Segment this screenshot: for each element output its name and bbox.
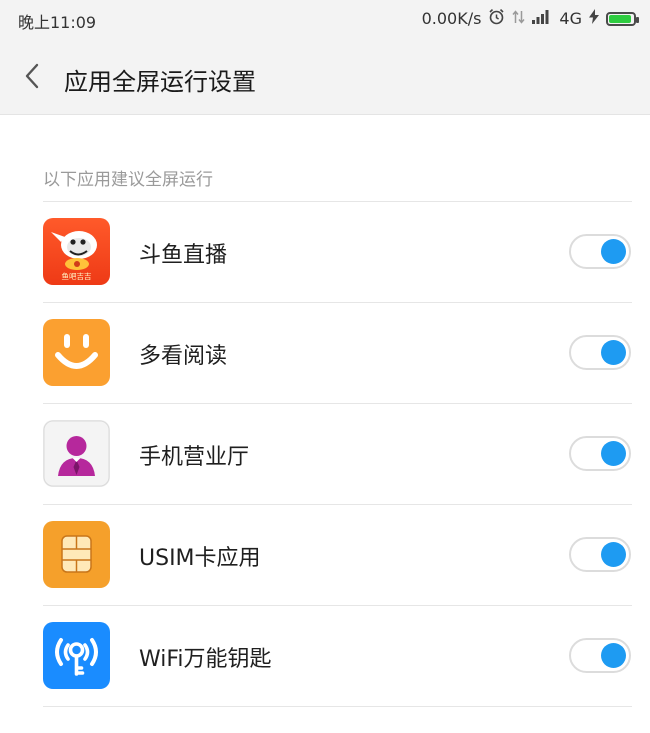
- section-header: 以下应用建议全屏运行: [43, 170, 213, 190]
- alarm-icon: [488, 8, 505, 29]
- fullscreen-toggle-douyu[interactable]: [569, 234, 631, 269]
- duokan-app-icon: [43, 319, 110, 386]
- app-name: 多看阅读: [139, 344, 228, 369]
- battery-icon: [606, 11, 639, 26]
- top-area: 晚上11:09 0.00K/s 4G 应用全屏运行设置: [0, 0, 650, 115]
- app-row-duokan[interactable]: 多看阅读: [43, 303, 632, 404]
- app-list: 鱼吧吉吉 斗鱼直播 多看阅读 手机营业厅 USIM卡应用 WiFi万能钥匙: [0, 202, 650, 707]
- toggle-knob: [601, 643, 626, 668]
- usim-app-icon: [43, 521, 110, 588]
- fullscreen-toggle-duokan[interactable]: [569, 335, 631, 370]
- toggle-knob: [601, 239, 626, 264]
- signal-icon: [532, 9, 552, 28]
- wifi-key-app-icon: [43, 622, 110, 689]
- app-name: 斗鱼直播: [139, 243, 228, 268]
- title-bar: 应用全屏运行设置: [0, 38, 650, 114]
- status-time: 晚上11:09: [18, 13, 97, 32]
- app-row-wifi-key[interactable]: WiFi万能钥匙: [43, 606, 632, 707]
- app-name: WiFi万能钥匙: [139, 647, 272, 672]
- douyu-icon-text: 鱼吧吉吉: [62, 271, 92, 281]
- data-arrows-icon: [512, 9, 525, 29]
- network-type: 4G: [559, 9, 582, 28]
- app-name: 手机营业厅: [139, 445, 250, 470]
- app-name: USIM卡应用: [139, 546, 261, 571]
- status-bar: 晚上11:09 0.00K/s 4G: [0, 0, 650, 38]
- app-row-mobile-hall[interactable]: 手机营业厅: [43, 404, 632, 505]
- toggle-knob: [601, 340, 626, 365]
- fullscreen-toggle-usim[interactable]: [569, 537, 631, 572]
- app-row-usim[interactable]: USIM卡应用: [43, 505, 632, 606]
- status-icons: 0.00K/s 4G: [421, 8, 639, 29]
- back-button[interactable]: [14, 58, 50, 94]
- battery-level: [609, 14, 631, 23]
- charging-bolt-icon: [589, 9, 599, 28]
- mobile-hall-app-icon: [43, 420, 110, 487]
- fullscreen-toggle-mobile-hall[interactable]: [569, 436, 631, 471]
- chevron-left-icon: [25, 63, 39, 89]
- page-title: 应用全屏运行设置: [64, 68, 256, 96]
- app-row-douyu[interactable]: 鱼吧吉吉 斗鱼直播: [43, 202, 632, 303]
- network-speed: 0.00K/s: [421, 9, 482, 28]
- toggle-knob: [601, 542, 626, 567]
- douyu-app-icon: 鱼吧吉吉: [43, 218, 110, 285]
- fullscreen-toggle-wifi-key[interactable]: [569, 638, 631, 673]
- toggle-knob: [601, 441, 626, 466]
